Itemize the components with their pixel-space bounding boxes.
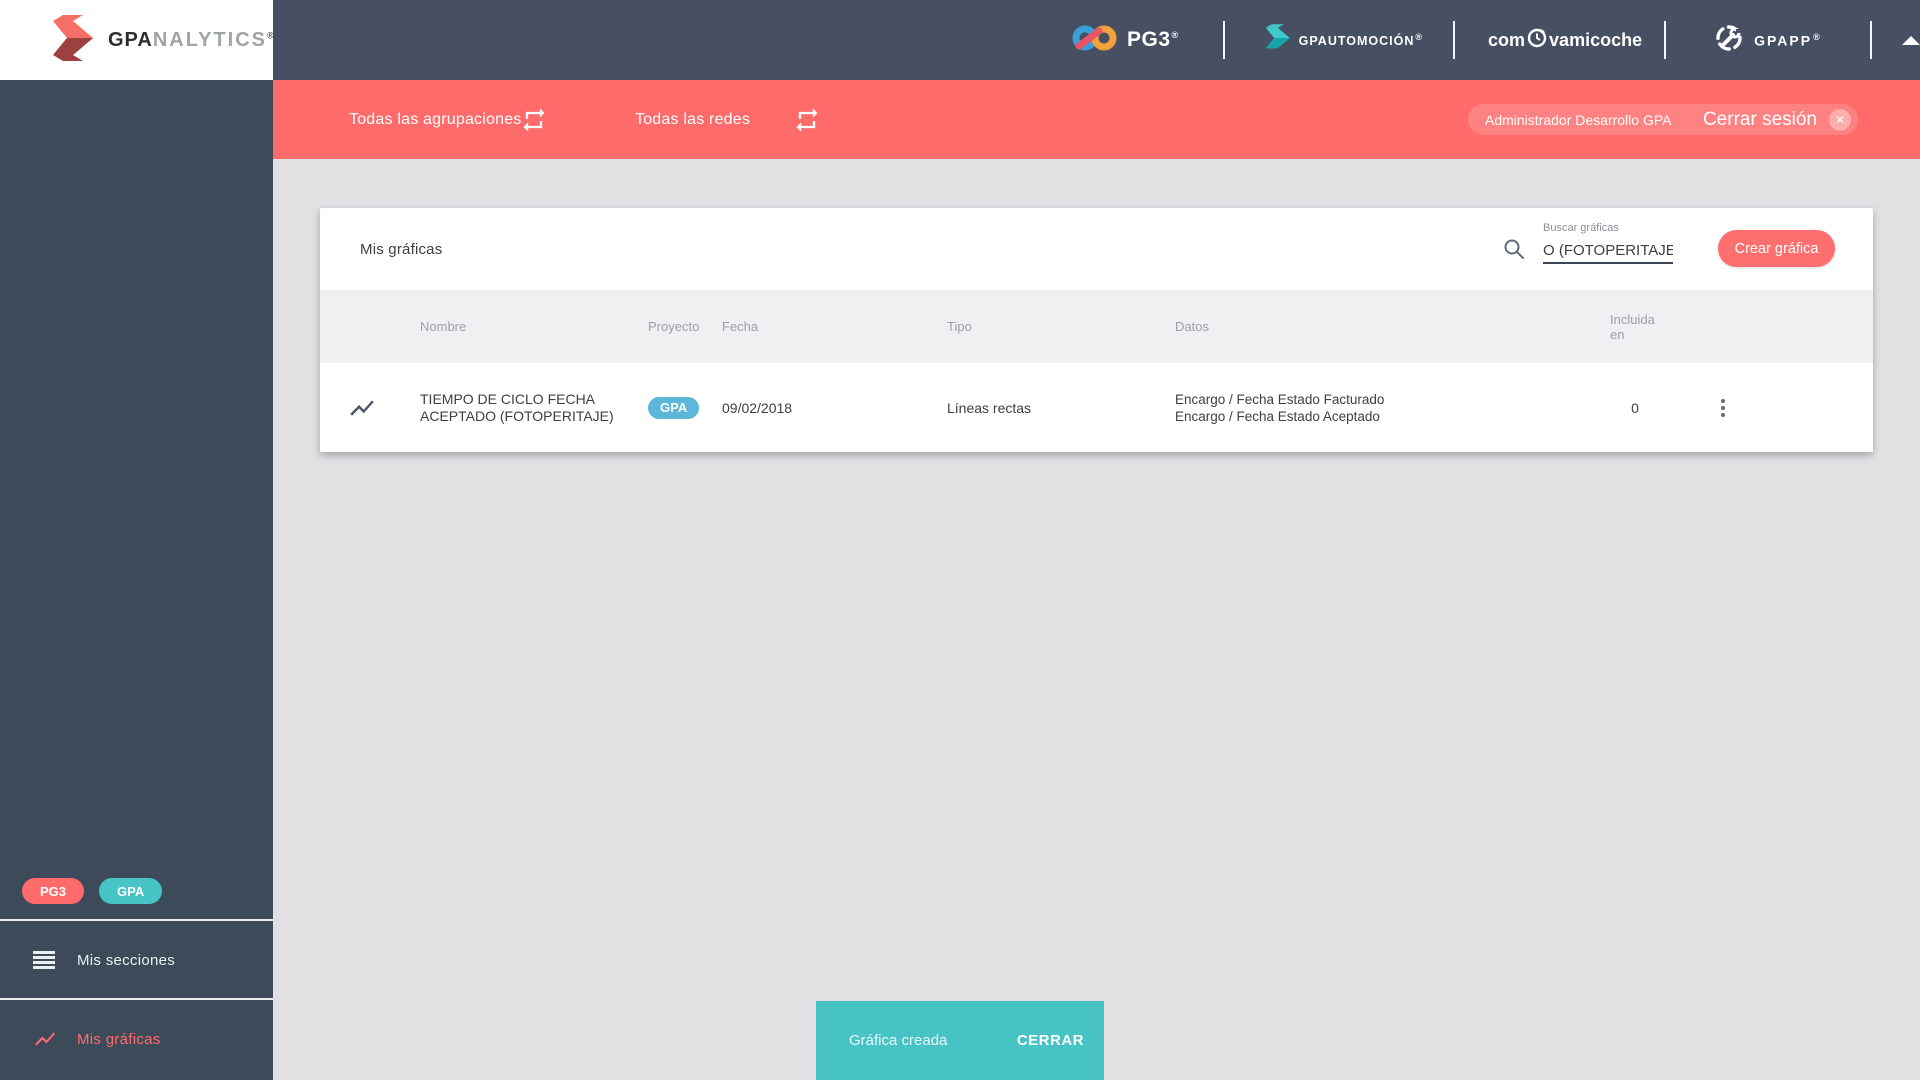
- header-divider: [1453, 21, 1456, 59]
- column-header-proyecto: Proyecto: [648, 319, 700, 334]
- brand-reg-mark: ®: [267, 29, 275, 40]
- sidebar-badges: PG3 GPA: [22, 878, 163, 904]
- gpanalytics-logo-box: GPANALYTICS®: [0, 0, 275, 80]
- gpapp-reg-mark: ®: [1813, 31, 1822, 42]
- line-chart-icon: [348, 363, 376, 452]
- chart-name: TIEMPO DE CICLO FECHA ACEPTADO (FOTOPERI…: [420, 390, 614, 424]
- column-header-fecha: Fecha: [722, 319, 759, 334]
- chart-data-series-2: Encargo / Fecha Estado Aceptado: [1175, 408, 1380, 424]
- sidebar-divider: [0, 998, 273, 1000]
- compravamicoche-post-label: vamicoche: [1549, 29, 1643, 50]
- gpa-arrow-logo-icon: [44, 14, 96, 66]
- partner-logo-strip: PG3® GPAUTOMOCIÓN® com vamicoche GPAPP®: [1072, 0, 1920, 80]
- snackbar-close-button[interactable]: CERRAR: [1011, 1031, 1090, 1050]
- header-divider: [1869, 21, 1872, 59]
- charts-card: Mis gráficas Buscar gráficas Crear gráfi…: [320, 208, 1873, 452]
- chart-date: 09/02/2018: [722, 399, 793, 416]
- kebab-menu-icon[interactable]: [1708, 363, 1738, 452]
- line-chart-icon: [33, 1027, 57, 1051]
- gpautomocion-arrow-icon: [1261, 23, 1291, 57]
- sidebar-divider: [0, 919, 273, 921]
- search-field-label: Buscar gráficas: [1543, 222, 1619, 234]
- search-input[interactable]: [1543, 238, 1673, 264]
- compravamicoche-pre-label: com: [1488, 29, 1526, 50]
- snackbar: Gráfica creada CERRAR: [816, 1001, 1104, 1080]
- compravamicoche-logo: com vamicoche: [1488, 28, 1642, 53]
- card-header: Mis gráficas Buscar gráficas Crear gráfi…: [320, 208, 1873, 290]
- chart-data-series-1: Encargo / Fecha Estado Facturado: [1175, 391, 1385, 407]
- column-header-datos: Datos: [1175, 319, 1209, 334]
- top-header-bar: PG3® GPAUTOMOCIÓN® com vamicoche GPAPP®: [0, 0, 1920, 80]
- logged-user-label: Administrador Desarrollo GPA: [1485, 111, 1672, 128]
- logout-button[interactable]: Cerrar sesión ✕: [1702, 108, 1858, 131]
- sidebar-item-label: Mis secciones: [77, 951, 176, 969]
- pg3-badge[interactable]: PG3: [22, 878, 85, 904]
- snackbar-message: Gráfica creada: [849, 1032, 948, 1049]
- gpapp-wrench-icon: [1714, 22, 1746, 59]
- sidebar-item-label: Mis gráficas: [77, 1030, 161, 1048]
- logout-label: Cerrar sesión: [1702, 108, 1817, 130]
- page-title: Mis gráficas: [360, 240, 443, 258]
- pg3-infinity-icon: [1072, 21, 1118, 60]
- user-session-pill: Administrador Desarrollo GPA Cerrar sesi…: [1468, 104, 1858, 135]
- search-icon[interactable]: [1502, 237, 1526, 266]
- header-divider: [1664, 21, 1667, 59]
- column-header-tipo: Tipo: [947, 319, 972, 334]
- networks-filter-label[interactable]: Todas las redes: [635, 80, 750, 159]
- create-chart-button[interactable]: Crear gráfica: [1718, 230, 1835, 267]
- gpapp-label: GPAPP: [1754, 32, 1813, 49]
- sidebar-item-mis-secciones[interactable]: Mis secciones: [0, 922, 273, 998]
- collapse-up-icon[interactable]: [1901, 35, 1920, 45]
- sidebar: PG3 GPA Mis secciones Mis gráficas: [0, 80, 273, 1080]
- sidebar-item-mis-graficas[interactable]: Mis gráficas: [0, 1001, 273, 1077]
- gpautomocion-label: GPAUTOMOCIÓN: [1298, 34, 1415, 49]
- gpapp-logo: GPAPP®: [1714, 22, 1822, 59]
- project-badge: GPA: [648, 396, 700, 419]
- gpa-badge[interactable]: GPA: [99, 878, 163, 904]
- brand-name-bold: GPA: [108, 28, 153, 51]
- logout-icon: ✕: [1829, 108, 1851, 131]
- header-divider: [1222, 21, 1225, 59]
- clock-icon: [1527, 28, 1547, 53]
- column-header-nombre: Nombre: [420, 319, 467, 334]
- included-in-count: 0: [1631, 399, 1639, 416]
- gpautomocion-logo: GPAUTOMOCIÓN®: [1261, 23, 1424, 57]
- pg3-logo: PG3®: [1072, 21, 1179, 60]
- repeat-icon[interactable]: [793, 106, 821, 134]
- pg3-label: PG3: [1127, 28, 1171, 51]
- chart-type: Líneas rectas: [947, 399, 1032, 416]
- repeat-icon[interactable]: [520, 106, 548, 134]
- menu-hamburger-icon: [33, 951, 57, 969]
- table-header-row: Nombre Proyecto Fecha Tipo Datos Incluid…: [320, 290, 1873, 363]
- groupings-filter-label[interactable]: Todas las agrupaciones: [349, 80, 522, 159]
- column-header-incluida-en: Incluida en: [1610, 311, 1655, 342]
- table-row[interactable]: TIEMPO DE CICLO FECHA ACEPTADO (FOTOPERI…: [320, 363, 1873, 452]
- pg3-reg-mark: ®: [1171, 30, 1179, 40]
- brand-name-light: NALYTICS: [152, 28, 268, 51]
- filter-bar: Todas las agrupaciones Todas las redes A…: [273, 80, 1920, 159]
- gpautomocion-reg-mark: ®: [1415, 31, 1424, 42]
